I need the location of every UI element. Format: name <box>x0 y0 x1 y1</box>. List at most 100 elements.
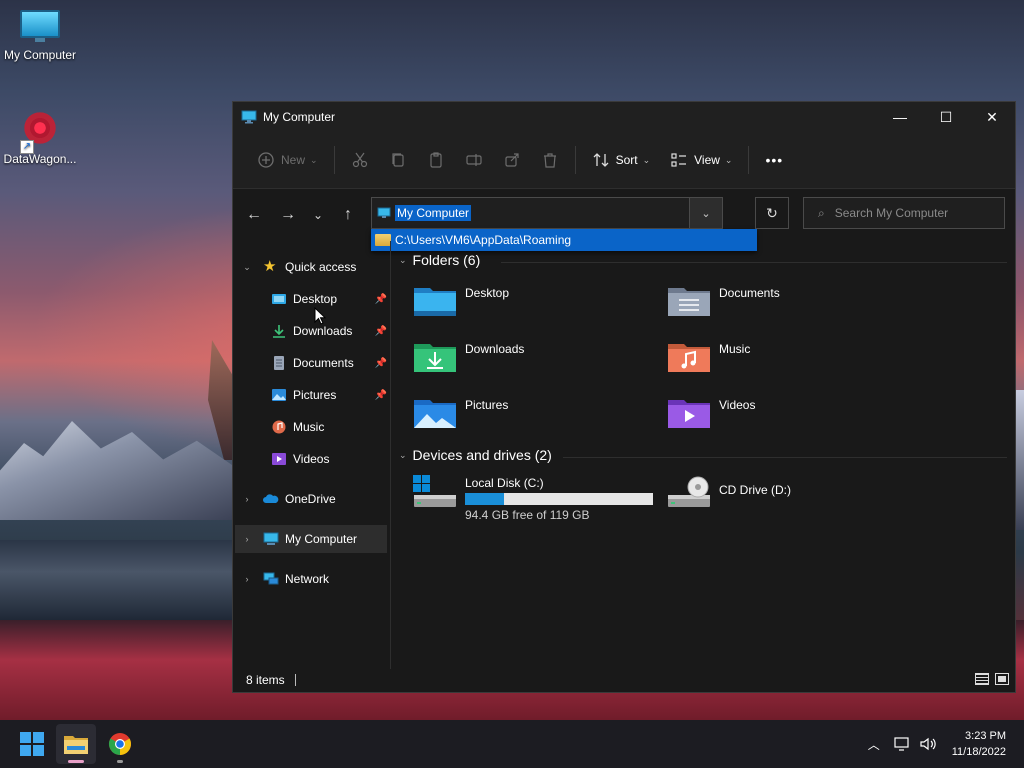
system-tray: ︿ 3:23 PM 11/18/2022 <box>868 720 1024 768</box>
folder-tile-videos[interactable]: Videos <box>667 395 755 429</box>
videos-icon <box>272 453 286 465</box>
trash-icon <box>543 153 556 168</box>
copy-button[interactable] <box>379 144 417 176</box>
chevron-right-icon: › <box>245 574 249 584</box>
group-title: Devices and drives (2) <box>412 447 552 463</box>
sidebar-item-music[interactable]: Music <box>271 413 389 441</box>
videos-folder-icon <box>668 400 710 428</box>
sidebar-item-label: Desktop <box>293 292 338 306</box>
pin-icon: 📌 <box>374 389 387 401</box>
volume-icon[interactable] <box>920 737 938 751</box>
folder-tile-downloads[interactable]: Downloads <box>413 339 524 373</box>
close-icon: ✕ <box>986 108 998 125</box>
forward-button[interactable]: → <box>271 199 305 231</box>
chevron-right-icon: › <box>245 494 249 504</box>
sidebar-item-my-computer[interactable]: › My Computer <box>235 525 387 553</box>
sidebar-item-quick-access[interactable]: ⌄ ★ Quick access <box>241 253 395 281</box>
folders-group-header[interactable]: ⌄ Folders (6) <box>399 252 480 268</box>
monitor-icon <box>263 532 279 545</box>
tiles-view-icon[interactable] <box>995 673 1009 685</box>
datawagon-icon: ↗ <box>20 108 60 154</box>
close-button[interactable]: ✕ <box>969 102 1015 132</box>
chevron-right-icon: › <box>245 534 249 544</box>
recent-locations-button[interactable]: ⌄ <box>305 199 331 231</box>
taskbar-file-explorer[interactable] <box>56 724 96 764</box>
drive-tile-cd-drive[interactable]: CD Drive (D:) <box>667 473 791 511</box>
sidebar-item-videos[interactable]: Videos <box>271 445 389 473</box>
running-indicator <box>117 760 123 763</box>
rename-button[interactable] <box>455 144 493 176</box>
sidebar-item-onedrive[interactable]: › OneDrive <box>241 485 395 513</box>
share-icon <box>504 153 519 167</box>
sidebar-item-label: OneDrive <box>285 492 336 506</box>
item-count: 8 items <box>246 673 285 687</box>
download-icon <box>273 325 285 338</box>
search-placeholder: Search My Computer <box>834 206 949 220</box>
delete-button[interactable] <box>531 144 569 176</box>
address-bar[interactable]: My Computer ⌄ <box>371 197 723 229</box>
maximize-button[interactable]: ☐ <box>923 102 969 132</box>
group-divider <box>501 262 1007 263</box>
view-label: View <box>694 153 720 167</box>
refresh-button[interactable]: ↻ <box>755 197 789 229</box>
start-button[interactable] <box>12 724 52 764</box>
chevron-down-icon: ⌄ <box>310 154 318 165</box>
title-bar[interactable]: My Computer — ☐ ✕ <box>233 102 1015 132</box>
address-path[interactable]: My Computer <box>395 205 472 221</box>
drive-usage-fill <box>465 493 505 505</box>
content-pane: ⌄ Folders (6) Desktop Documents Download… <box>391 241 1015 669</box>
command-bar: New ⌄ Sort ⌄ View ⌄ ••• <box>233 132 1015 189</box>
sort-button[interactable]: Sort ⌄ <box>582 144 661 176</box>
shortcut-arrow-icon: ↗ <box>20 140 34 154</box>
taskbar: ︿ 3:23 PM 11/18/2022 <box>0 720 1024 768</box>
layout-switcher <box>975 673 1009 685</box>
folder-tile-documents[interactable]: Documents <box>667 283 780 317</box>
window-title: My Computer <box>263 110 336 124</box>
back-button[interactable]: ← <box>237 199 271 231</box>
desktop-icon-my-computer[interactable]: My Computer <box>0 10 80 62</box>
desktop-icon-label: DataWagon... <box>3 152 77 166</box>
search-box[interactable]: ⌕ Search My Computer <box>803 197 1005 229</box>
folder-name: Music <box>719 342 751 356</box>
up-button[interactable]: ↑ <box>331 199 365 231</box>
sidebar-item-desktop[interactable]: Desktop 📌 <box>271 285 389 313</box>
sidebar-item-downloads[interactable]: Downloads 📌 <box>271 317 389 345</box>
view-button[interactable]: View ⌄ <box>660 144 742 176</box>
group-divider <box>563 457 1007 458</box>
address-dropdown-button[interactable]: ⌄ <box>689 198 722 228</box>
drive-free-space: 94.4 GB free of 119 GB <box>465 508 590 522</box>
maximize-icon: ☐ <box>939 108 953 125</box>
paste-button[interactable] <box>417 144 455 176</box>
details-view-icon[interactable] <box>975 673 989 685</box>
sidebar-item-documents[interactable]: Documents 📌 <box>271 349 389 377</box>
toolbar-separator <box>748 146 750 174</box>
more-options-button[interactable]: ••• <box>755 144 793 176</box>
folder-name: Documents <box>719 286 780 300</box>
devices-group-header[interactable]: ⌄ Devices and drives (2) <box>399 447 552 463</box>
network-status-icon[interactable] <box>894 737 912 751</box>
share-button[interactable] <box>493 144 531 176</box>
folder-tile-pictures[interactable]: Pictures <box>413 395 508 429</box>
new-label: New <box>281 153 306 167</box>
sidebar-item-label: My Computer <box>285 532 358 546</box>
clock[interactable]: 3:23 PM 11/18/2022 <box>952 728 1006 760</box>
sidebar-item-pictures[interactable]: Pictures 📌 <box>271 381 389 409</box>
minimize-button[interactable]: — <box>877 102 923 132</box>
cut-button[interactable] <box>341 144 379 176</box>
chevron-down-icon: ⌄ <box>399 449 407 460</box>
chevron-up-icon[interactable]: ︿ <box>868 736 880 753</box>
folder-tile-music[interactable]: Music <box>667 339 750 373</box>
sidebar-item-label: Music <box>293 420 325 434</box>
new-button[interactable]: New ⌄ <box>247 144 328 176</box>
taskbar-chrome[interactable] <box>100 724 140 764</box>
group-title: Folders (6) <box>412 252 481 268</box>
active-indicator <box>68 760 84 763</box>
sidebar-item-network[interactable]: › Network <box>241 565 395 593</box>
folder-tile-desktop[interactable]: Desktop <box>413 283 509 317</box>
music-folder-icon <box>668 344 710 372</box>
toolbar-separator <box>333 146 335 174</box>
desktop-icon-datawagon[interactable]: ↗ DataWagon... <box>0 108 80 166</box>
cloud-icon <box>263 494 279 503</box>
sidebar-item-label: Network <box>285 572 330 586</box>
drive-tile-local-disk[interactable]: Local Disk (C:) 94.4 GB free of 119 GB <box>413 473 653 522</box>
